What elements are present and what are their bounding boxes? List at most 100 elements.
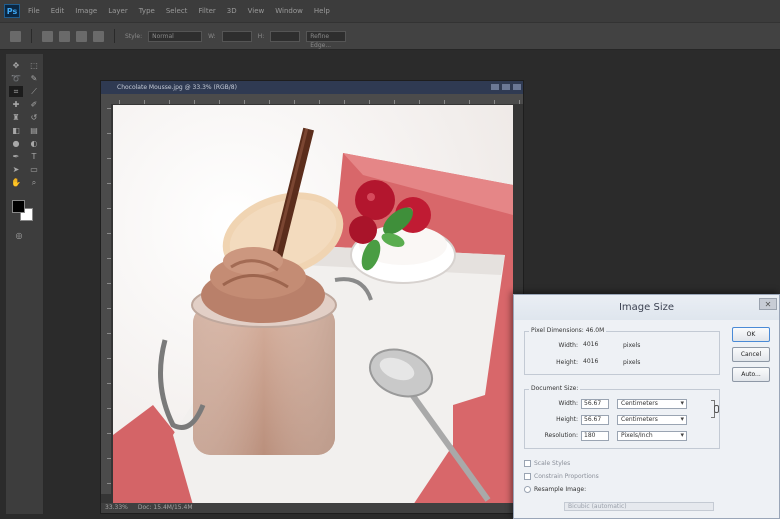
ruler-tick [107, 183, 111, 184]
document-title: Chocolate Mousse.jpg @ 33.3% (RGB/8) [117, 84, 237, 91]
pixel-height-value[interactable]: 4016 [581, 358, 609, 368]
style-select[interactable]: Normal [148, 30, 203, 42]
pixel-height-label: Height: [556, 359, 578, 366]
doc-height-label: Height: [556, 416, 578, 423]
pixel-width-label: Width: [558, 342, 578, 349]
hand-tool-icon[interactable]: ✋ [9, 177, 23, 188]
close-icon[interactable]: ✕ [759, 298, 777, 310]
menu-help[interactable]: Help [314, 7, 330, 15]
document-size-group: Document Size: Width: 56.67 Centimeters … [524, 385, 720, 449]
ruler-tick [144, 100, 145, 104]
blur-tool-icon[interactable]: ● [9, 138, 23, 149]
history-brush-icon[interactable]: ↺ [27, 112, 41, 123]
eyedropper-tool-icon[interactable]: ⟋ [27, 86, 41, 97]
doc-width-label: Width: [558, 400, 578, 407]
menu-image[interactable]: Image [75, 7, 97, 15]
move-tool-icon[interactable]: ✥ [9, 60, 23, 71]
subtract-selection-icon[interactable] [76, 30, 87, 42]
menu-filter[interactable]: Filter [198, 7, 215, 15]
ruler-tick [219, 100, 220, 104]
constrain-proportions-checkbox[interactable]: Constrain Proportions [524, 471, 599, 481]
ruler-tick [319, 100, 320, 104]
menu-view[interactable]: View [248, 7, 265, 15]
new-selection-icon[interactable] [42, 30, 53, 42]
menu-type[interactable]: Type [139, 7, 155, 15]
scale-styles-label: Scale Styles [534, 459, 571, 467]
menu-layer[interactable]: Layer [108, 7, 128, 15]
refine-edge-button[interactable]: Refine Edge... [306, 30, 347, 49]
menu-select[interactable]: Select [166, 7, 188, 15]
horizontal-ruler [111, 94, 523, 104]
doc-width-input[interactable]: 56.67 [581, 398, 609, 409]
resolution-input[interactable]: 180 [581, 430, 609, 441]
constrain-proportions-box[interactable] [524, 472, 531, 480]
foreground-color[interactable] [12, 200, 25, 213]
menu-3d[interactable]: 3D [227, 7, 237, 15]
menu-edit[interactable]: Edit [51, 7, 65, 15]
auto-button[interactable]: Auto... [732, 367, 770, 382]
ruler-tick [469, 100, 470, 104]
menu-bar: Ps File Edit Image Layer Type Select Fil… [0, 0, 780, 22]
tool-preset-icon[interactable] [10, 30, 21, 42]
ruler-tick [194, 100, 195, 104]
crop-tool-icon[interactable]: ⌗ [9, 86, 23, 97]
resample-image-checkbox[interactable]: Resample Image: [524, 484, 586, 494]
healing-tool-icon[interactable]: ✚ [9, 99, 23, 110]
scale-styles-box[interactable] [524, 459, 531, 467]
brush-tool-icon[interactable]: ✐ [27, 99, 41, 110]
marquee-tool-icon[interactable]: ⬚ [27, 60, 41, 71]
quick-select-tool-icon[interactable]: ✎ [27, 73, 41, 84]
stamp-tool-icon[interactable]: ♜ [9, 112, 23, 123]
intersect-selection-icon[interactable] [93, 30, 104, 42]
ruler-tick [107, 458, 111, 459]
dodge-tool-icon[interactable]: ◐ [27, 138, 41, 149]
type-tool-icon[interactable]: T [27, 151, 41, 162]
height-label: H: [257, 32, 265, 40]
zoom-tool-icon[interactable]: ⌕ [27, 177, 41, 188]
doc-height-input[interactable]: 56.67 [581, 414, 609, 425]
resample-method-select[interactable]: Bicubic (automatic) [564, 502, 714, 511]
zoom-level[interactable]: 33.33% [105, 503, 128, 513]
add-selection-icon[interactable] [59, 30, 70, 42]
ruler-tick [394, 100, 395, 104]
minimize-icon[interactable] [491, 84, 499, 90]
quick-mask-icon[interactable]: ◎ [12, 230, 26, 241]
pixel-height-unit: pixels [623, 359, 641, 366]
gradient-tool-icon[interactable]: ▤ [27, 125, 41, 136]
ruler-tick [344, 100, 345, 104]
pixel-width-value[interactable]: 4016 [581, 341, 609, 351]
pen-tool-icon[interactable]: ✒ [9, 151, 23, 162]
doc-height-row: Height: 56.67 Centimeters [525, 414, 687, 425]
shape-tool-icon[interactable]: ▭ [27, 164, 41, 175]
width-input[interactable] [221, 30, 252, 42]
doc-info[interactable]: Doc: 15.4M/15.4M [138, 503, 193, 513]
height-input[interactable] [270, 30, 301, 42]
ok-button[interactable]: OK [732, 327, 770, 342]
image-canvas[interactable] [113, 105, 513, 505]
ruler-tick [107, 308, 111, 309]
resample-image-box[interactable] [524, 485, 531, 493]
resolution-label: Resolution: [544, 432, 578, 439]
document-tab[interactable]: Chocolate Mousse.jpg @ 33.3% (RGB/8) [101, 81, 523, 94]
resample-image-label: Resample Image: [534, 485, 587, 493]
ruler-tick [519, 100, 520, 104]
menu-window[interactable]: Window [275, 7, 303, 15]
doc-width-unit-select[interactable]: Centimeters [617, 398, 687, 409]
pixel-height-row: Height: 4016 pixels [525, 357, 640, 368]
eraser-tool-icon[interactable]: ◧ [9, 125, 23, 136]
constrain-proportions-label: Constrain Proportions [534, 472, 599, 480]
ruler-tick [169, 100, 170, 104]
resolution-unit-select[interactable]: Pixels/Inch [617, 430, 687, 441]
ruler-tick [369, 100, 370, 104]
menu-file[interactable]: File [28, 7, 40, 15]
ruler-tick [107, 283, 111, 284]
close-icon[interactable] [513, 84, 521, 90]
resolution-row: Resolution: 180 Pixels/Inch [525, 430, 687, 441]
lasso-tool-icon[interactable]: ➰ [9, 73, 23, 84]
doc-height-unit-select[interactable]: Centimeters [617, 414, 687, 425]
maximize-icon[interactable] [502, 84, 510, 90]
path-select-icon[interactable]: ➤ [9, 164, 23, 175]
cancel-button[interactable]: Cancel [732, 347, 770, 362]
scale-styles-checkbox[interactable]: Scale Styles [524, 458, 570, 468]
color-swatches[interactable] [10, 198, 40, 224]
